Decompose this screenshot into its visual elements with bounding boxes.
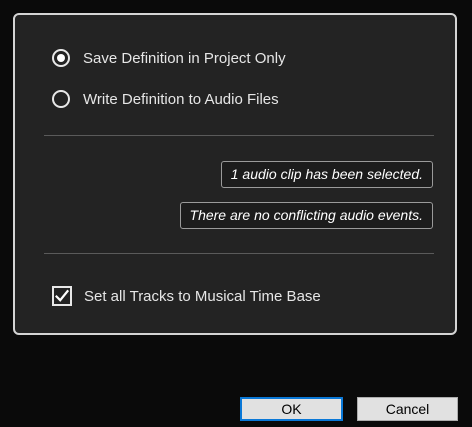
radio-label-write-audio-files: Write Definition to Audio Files <box>83 90 279 108</box>
checkbox-musical-time-base[interactable]: Set all Tracks to Musical Time Base <box>52 285 321 307</box>
radio-write-audio-files[interactable]: Write Definition to Audio Files <box>52 88 279 110</box>
dialog-window: Save Definition in Project Only Write De… <box>0 0 472 427</box>
checkmark-icon <box>55 289 69 302</box>
radio-button-selected[interactable] <box>52 49 70 67</box>
cancel-button[interactable]: Cancel <box>357 397 458 421</box>
checkbox-box[interactable] <box>52 286 72 306</box>
info-no-conflicts: There are no conflicting audio events. <box>179 202 433 229</box>
options-panel: Save Definition in Project Only Write De… <box>13 13 457 335</box>
checkbox-label-musical-time-base: Set all Tracks to Musical Time Base <box>84 287 321 305</box>
divider-top <box>44 135 434 136</box>
radio-dot <box>57 54 65 62</box>
info-clips-selected: 1 audio clip has been selected. <box>220 161 433 188</box>
divider-bottom <box>44 253 434 254</box>
radio-label-save-project-only: Save Definition in Project Only <box>83 49 286 67</box>
radio-save-project-only[interactable]: Save Definition in Project Only <box>52 47 286 69</box>
radio-button-unselected[interactable] <box>52 90 70 108</box>
ok-button[interactable]: OK <box>240 397 343 421</box>
